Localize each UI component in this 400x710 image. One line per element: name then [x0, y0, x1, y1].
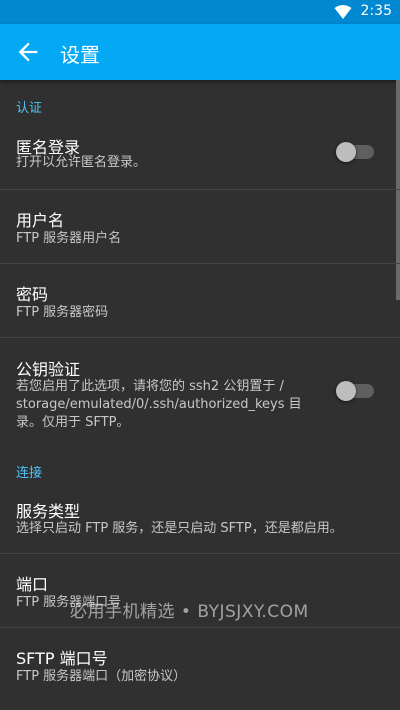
app-bar: 设置 — [0, 24, 400, 80]
setting-title: 密码 — [16, 285, 49, 304]
setting-subtitle-line: 录。仅用于 SFTP。 — [16, 415, 130, 430]
setting-title: 端口 — [16, 575, 49, 594]
setting-title: 服务类型 — [16, 502, 81, 521]
setting-title: 公钥验证 — [16, 360, 81, 379]
status-time: 2:35 — [360, 3, 392, 19]
setting-subtitle: FTP 服务器密码 — [16, 305, 109, 320]
toggle-knob — [336, 381, 356, 401]
setting-username[interactable]: 用户名 FTP 服务器用户名 — [0, 190, 400, 263]
setting-password[interactable]: 密码 FTP 服务器密码 — [0, 264, 400, 337]
setting-title: SFTP 端口号 — [16, 649, 108, 668]
setting-pubkey-auth[interactable]: 公钥验证 若您启用了此选项，请将您的 ssh2 公钥置于 / storage/e… — [0, 338, 400, 438]
setting-subtitle-line: storage/emulated/0/.ssh/authorized_keys … — [16, 397, 302, 412]
section-header-connection: 连接 — [16, 466, 43, 481]
toggle-knob — [336, 142, 356, 162]
setting-title: 用户名 — [16, 211, 65, 230]
back-arrow-icon[interactable] — [14, 38, 42, 66]
watermark: 必用手机精选 • BYJSJXY.COM — [70, 602, 309, 622]
setting-subtitle: FTP 服务器端口（加密协议） — [16, 669, 187, 684]
setting-sftp-port[interactable]: SFTP 端口号 FTP 服务器端口（加密协议） — [0, 628, 400, 710]
setting-subtitle: 打开以允许匿名登录。 — [16, 155, 147, 170]
setting-anonymous-login[interactable]: 匿名登录 打开以允许匿名登录。 — [0, 116, 400, 189]
status-bar: 2:35 — [0, 0, 400, 24]
wifi-icon — [334, 5, 352, 19]
setting-subtitle-line: 若您启用了此选项，请将您的 ssh2 公钥置于 / — [16, 379, 284, 394]
setting-service-type[interactable]: 服务类型 选择只启动 FTP 服务，还是只启动 SFTP，还是都启用。 — [0, 480, 400, 553]
setting-subtitle: FTP 服务器用户名 — [16, 231, 122, 246]
pubkey-auth-toggle[interactable] — [336, 381, 374, 401]
anonymous-login-toggle[interactable] — [336, 142, 374, 162]
page-title: 设置 — [60, 43, 100, 67]
section-header-auth: 认证 — [16, 101, 43, 116]
setting-subtitle: 选择只启动 FTP 服务，还是只启动 SFTP，还是都启用。 — [16, 521, 343, 536]
